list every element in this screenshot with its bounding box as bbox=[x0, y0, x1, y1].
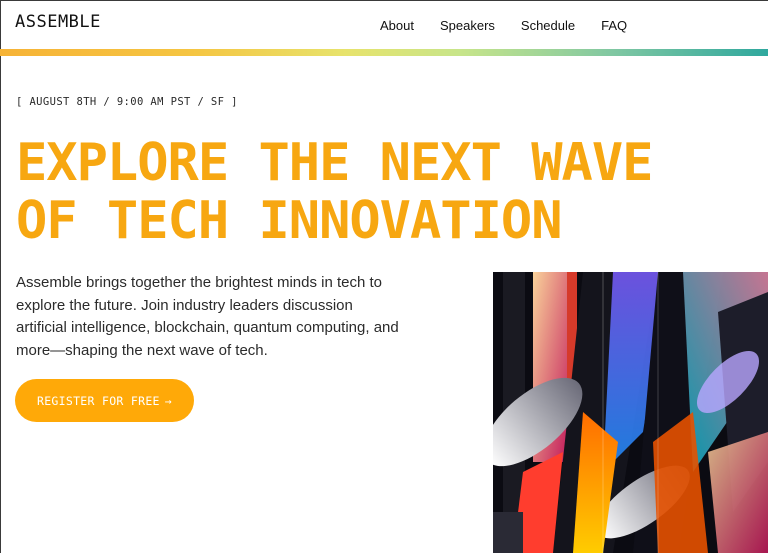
hero-headline: EXPLORE THE NEXT WAVE OF TECH INNOVATION bbox=[16, 134, 656, 250]
site-logo[interactable]: ASSEMBLE bbox=[15, 12, 101, 32]
nav-speakers[interactable]: Speakers bbox=[440, 18, 495, 33]
arrow-right-icon: → bbox=[164, 393, 173, 408]
abstract-art-svg bbox=[493, 272, 768, 553]
main-nav: About Speakers Schedule FAQ bbox=[380, 18, 653, 33]
hero-intro-text: Assemble brings together the brightest m… bbox=[16, 272, 436, 362]
headline-line-1: EXPLORE THE NEXT WAVE bbox=[16, 133, 653, 193]
intro-line-2: explore the future. Join industry leader… bbox=[16, 296, 353, 314]
intro-line-3: artificial intelligence, blockchain, qua… bbox=[16, 319, 399, 336]
header-gradient-bar bbox=[0, 49, 768, 56]
intro-line-4: more—shaping the next wave of tech. bbox=[16, 341, 268, 359]
register-button[interactable]: REGISTER FOR FREE → bbox=[15, 379, 194, 422]
event-date-eyebrow: [ AUGUST 8TH / 9:00 AM PST / SF ] bbox=[16, 96, 238, 108]
nav-schedule[interactable]: Schedule bbox=[521, 18, 575, 33]
intro-line-1: Assemble brings together the brightest m… bbox=[16, 274, 383, 291]
window-border-left bbox=[0, 0, 1, 553]
nav-faq[interactable]: FAQ bbox=[601, 18, 627, 33]
site-header: ASSEMBLE About Speakers Schedule FAQ bbox=[0, 1, 768, 49]
register-button-label: REGISTER FOR FREE bbox=[36, 393, 160, 408]
hero-abstract-artwork bbox=[493, 272, 768, 553]
nav-about[interactable]: About bbox=[380, 18, 414, 33]
headline-line-2: OF TECH INNOVATION bbox=[16, 191, 563, 251]
